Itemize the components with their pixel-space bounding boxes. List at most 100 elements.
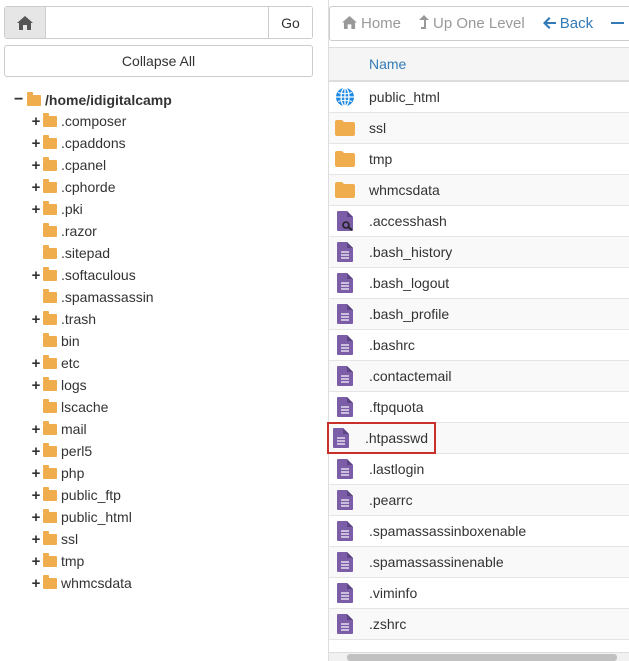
- tree-item[interactable]: + logs: [30, 374, 154, 396]
- tree-item[interactable]: + tmp: [30, 550, 154, 572]
- expand-plus-icon[interactable]: +: [30, 509, 42, 526]
- back-button[interactable]: Back: [542, 15, 593, 32]
- file-text-icon: [335, 583, 355, 603]
- table-row[interactable]: .ftpquota: [329, 392, 629, 423]
- expand-plus-icon[interactable]: +: [30, 311, 42, 328]
- expand-plus-icon[interactable]: +: [30, 179, 42, 196]
- table-row[interactable]: .bash_history: [329, 237, 629, 268]
- expand-plus-icon[interactable]: +: [30, 575, 42, 592]
- tree-item[interactable]: + mail: [30, 418, 154, 440]
- table-row[interactable]: .htpasswd: [326, 422, 629, 454]
- table-row[interactable]: ssl: [329, 113, 629, 144]
- file-text-icon: [335, 614, 355, 634]
- file-text-icon: [335, 366, 355, 386]
- folder-icon: [335, 180, 355, 200]
- table-row[interactable]: tmp: [329, 144, 629, 175]
- folder-icon: [43, 420, 57, 435]
- expand-plus-icon[interactable]: +: [30, 531, 42, 548]
- folder-icon: [43, 310, 57, 325]
- expand-plus-icon[interactable]: +: [30, 267, 42, 284]
- file-text-icon: [335, 552, 355, 572]
- globe-icon: [335, 87, 355, 107]
- scrollbar-thumb[interactable]: [347, 654, 617, 661]
- folder-icon: [43, 332, 57, 347]
- home-nav-button[interactable]: Home: [342, 15, 401, 32]
- home-button[interactable]: [5, 7, 46, 38]
- path-input[interactable]: [46, 7, 268, 38]
- forward-button[interactable]: [611, 16, 628, 32]
- tree-item-label: etc: [61, 355, 80, 371]
- tree-item[interactable]: + .softaculous: [30, 264, 154, 286]
- table-row[interactable]: .bash_profile: [329, 299, 629, 330]
- file-name: .contactemail: [369, 368, 452, 384]
- expand-plus-icon[interactable]: +: [30, 113, 42, 130]
- file-name: .zshrc: [369, 616, 407, 632]
- expand-plus-icon[interactable]: +: [30, 421, 42, 438]
- tree-list: + .composer + .cpaddons + .cpanel + .cphorde + .p…: [30, 110, 154, 594]
- table-row[interactable]: .bash_logout: [329, 268, 629, 299]
- table-row[interactable]: .lastlogin: [329, 454, 629, 485]
- expand-plus-icon[interactable]: +: [30, 553, 42, 570]
- tree-item[interactable]: + .cphorde: [30, 176, 154, 198]
- table-row[interactable]: .bashrc: [329, 330, 629, 361]
- up-one-level-button[interactable]: Up One Level: [419, 15, 525, 32]
- file-text-icon: [335, 304, 355, 324]
- go-button[interactable]: Go: [268, 7, 312, 38]
- expand-plus-icon[interactable]: +: [30, 465, 42, 482]
- file-name: .viminfo: [369, 585, 418, 601]
- expand-plus-icon[interactable]: +: [30, 443, 42, 460]
- table-row[interactable]: whmcsdata: [329, 175, 629, 206]
- table-row[interactable]: .spamassassinenable: [329, 547, 629, 578]
- expand-plus-icon[interactable]: +: [30, 135, 42, 152]
- expand-plus-icon[interactable]: +: [30, 377, 42, 394]
- expand-plus-icon[interactable]: +: [30, 487, 42, 504]
- table-row[interactable]: .accesshash: [329, 206, 629, 237]
- tree-item[interactable]: + php: [30, 462, 154, 484]
- file-list-pane: Home Up One Level Back Name public_html s…: [326, 0, 629, 661]
- table-row[interactable]: public_html: [329, 82, 629, 113]
- tree-item[interactable]: + public_html: [30, 506, 154, 528]
- tree-item[interactable]: + perl5: [30, 440, 154, 462]
- tree-item[interactable]: lscache: [30, 396, 154, 418]
- tree-item[interactable]: .spamassassin: [30, 286, 154, 308]
- level-up-icon: [419, 15, 430, 32]
- name-column-header[interactable]: Name: [369, 56, 406, 72]
- collapse-toggle-icon[interactable]: −: [14, 92, 24, 108]
- folder-icon: [43, 442, 57, 457]
- file-name: .bash_logout: [369, 275, 450, 291]
- tree-item[interactable]: + .cpanel: [30, 154, 154, 176]
- tree-item[interactable]: + public_ftp: [30, 484, 154, 506]
- tree-item-label: .spamassassin: [61, 289, 154, 305]
- tree-item[interactable]: + .trash: [30, 308, 154, 330]
- collapse-all-button[interactable]: Collapse All: [4, 45, 313, 77]
- home-icon: [342, 15, 357, 32]
- expand-plus-icon[interactable]: +: [30, 157, 42, 174]
- path-bar: Go: [4, 6, 313, 39]
- file-text-icon: [335, 242, 355, 262]
- tree-item[interactable]: .razor: [30, 220, 154, 242]
- horizontal-scrollbar[interactable]: [329, 652, 629, 661]
- directory-tree-pane: Go Collapse All − /home/idigitalcamp + .c…: [0, 0, 318, 661]
- table-row[interactable]: .zshrc: [329, 609, 629, 640]
- file-name: .bash_profile: [369, 306, 450, 322]
- table-body: public_html ssl tmp whmcsdata .accesshash .ba…: [326, 82, 629, 640]
- table-row[interactable]: .viminfo: [329, 578, 629, 609]
- table-row[interactable]: .pearrc: [329, 485, 629, 516]
- tree-root-label: /home/idigitalcamp: [45, 92, 172, 108]
- expand-plus-icon[interactable]: +: [30, 201, 42, 218]
- tree-item[interactable]: + etc: [30, 352, 154, 374]
- tree-item[interactable]: + .pki: [30, 198, 154, 220]
- tree-item[interactable]: + .composer: [30, 110, 154, 132]
- tree-root[interactable]: − /home/idigitalcamp: [14, 90, 172, 110]
- tree-item-label: php: [61, 465, 85, 481]
- tree-item[interactable]: + whmcsdata: [30, 572, 154, 594]
- table-row[interactable]: .contactemail: [329, 361, 629, 392]
- tree-item[interactable]: .sitepad: [30, 242, 154, 264]
- home-nav-label: Home: [361, 15, 402, 32]
- tree-item[interactable]: + .cpaddons: [30, 132, 154, 154]
- tree-item[interactable]: bin: [30, 330, 154, 352]
- folder-icon: [43, 574, 57, 589]
- expand-plus-icon[interactable]: +: [30, 355, 42, 372]
- table-row[interactable]: .spamassassinboxenable: [329, 516, 629, 547]
- tree-item[interactable]: + ssl: [30, 528, 154, 550]
